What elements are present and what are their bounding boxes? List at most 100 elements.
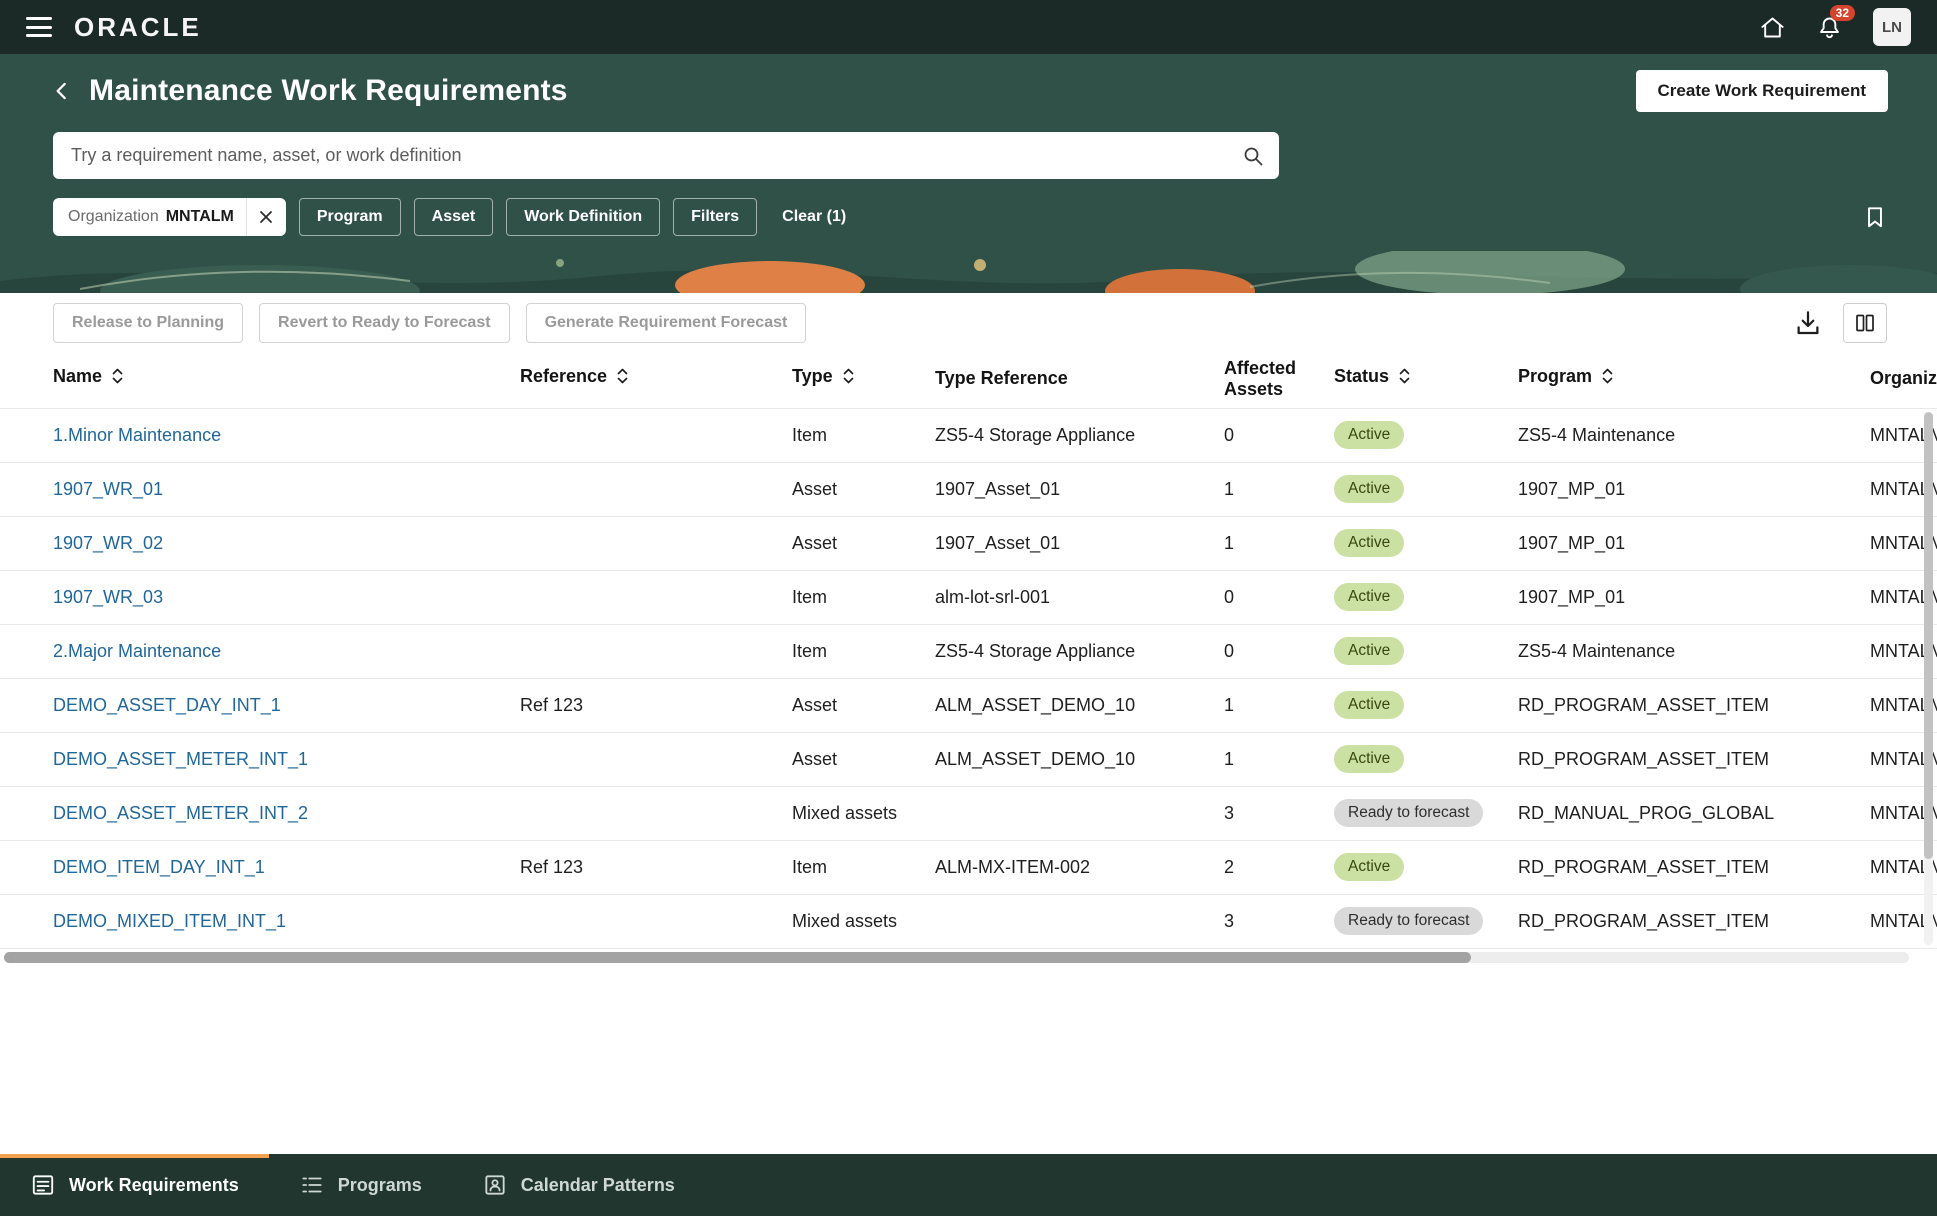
row-affected-assets: 3 — [1224, 894, 1334, 948]
row-affected-assets: 1 — [1224, 516, 1334, 570]
row-type-reference: ZS5-4 Storage Appliance — [935, 408, 1224, 462]
column-header-organization: Organization — [1870, 350, 1937, 408]
row-type-reference — [935, 894, 1224, 948]
row-program: RD_PROGRAM_ASSET_ITEM — [1518, 840, 1870, 894]
horizontal-scrollbar-thumb[interactable] — [4, 952, 1471, 963]
status-badge: Active — [1334, 529, 1404, 557]
row-type-reference — [935, 786, 1224, 840]
status-badge: Active — [1334, 475, 1404, 503]
bookmark-icon[interactable] — [1862, 204, 1888, 230]
table-toolbar: Release to Planning Revert to Ready to F… — [0, 300, 1937, 346]
column-header-status[interactable]: Status — [1334, 350, 1518, 408]
requirements-table-container: Name Reference Type Type Reference Affec… — [0, 350, 1937, 949]
horizontal-scrollbar[interactable] — [4, 952, 1909, 963]
nav-item-work-requirements[interactable]: Work Requirements — [0, 1154, 269, 1216]
release-to-planning-button[interactable]: Release to Planning — [53, 303, 243, 343]
row-name-link[interactable]: 1907_WR_02 — [53, 533, 163, 553]
clear-filters-link[interactable]: Clear (1) — [782, 208, 846, 226]
notifications-button[interactable]: 32 — [1816, 14, 1843, 41]
chip-close-icon[interactable] — [246, 198, 286, 236]
row-name-link[interactable]: DEMO_ASSET_METER_INT_1 — [53, 749, 308, 769]
search-icon[interactable] — [1241, 144, 1265, 168]
table-row: DEMO_ASSET_DAY_INT_1 Ref 123 Asset ALM_A… — [0, 678, 1937, 732]
generate-forecast-button[interactable]: Generate Requirement Forecast — [526, 303, 807, 343]
row-program: RD_MANUAL_PROG_GLOBAL — [1518, 786, 1870, 840]
back-icon[interactable] — [49, 78, 75, 104]
program-filter-button[interactable]: Program — [299, 198, 401, 236]
filters-button[interactable]: Filters — [673, 198, 757, 236]
row-reference: Ref 123 — [520, 840, 792, 894]
row-type: Mixed assets — [792, 786, 935, 840]
nav-item-programs[interactable]: Programs — [269, 1154, 452, 1216]
row-name-link[interactable]: DEMO_MIXED_ITEM_INT_1 — [53, 911, 286, 931]
row-type-reference: 1907_Asset_01 — [935, 516, 1224, 570]
top-app-bar: ORACLE 32 LN — [0, 0, 1937, 54]
columns-icon — [1853, 311, 1877, 335]
row-program: RD_PROGRAM_ASSET_ITEM — [1518, 894, 1870, 948]
row-type-reference: ZS5-4 Storage Appliance — [935, 624, 1224, 678]
vertical-scrollbar[interactable] — [1924, 412, 1933, 945]
row-name-link[interactable]: DEMO_ITEM_DAY_INT_1 — [53, 857, 265, 877]
nav-item-label: Work Requirements — [69, 1175, 239, 1196]
row-name-link[interactable]: DEMO_ASSET_METER_INT_2 — [53, 803, 308, 823]
vertical-scrollbar-thumb[interactable] — [1924, 412, 1933, 859]
row-reference — [520, 624, 792, 678]
row-affected-assets: 2 — [1224, 840, 1334, 894]
row-program: 1907_MP_01 — [1518, 462, 1870, 516]
column-header-reference[interactable]: Reference — [520, 350, 792, 408]
row-affected-assets: 0 — [1224, 570, 1334, 624]
row-reference — [520, 732, 792, 786]
row-type: Asset — [792, 462, 935, 516]
column-header-program[interactable]: Program — [1518, 350, 1870, 408]
work-definition-filter-button[interactable]: Work Definition — [506, 198, 660, 236]
row-type-reference: 1907_Asset_01 — [935, 462, 1224, 516]
row-name-link[interactable]: 2.Major Maintenance — [53, 641, 221, 661]
column-header-type[interactable]: Type — [792, 350, 935, 408]
filter-bar: Organization MNTALM Program Asset Work D… — [0, 179, 1937, 236]
status-badge: Ready to forecast — [1334, 907, 1483, 935]
row-type: Asset — [792, 732, 935, 786]
user-avatar[interactable]: LN — [1873, 8, 1911, 46]
row-reference — [520, 894, 792, 948]
row-name-link[interactable]: 1.Minor Maintenance — [53, 425, 221, 445]
status-badge: Active — [1334, 583, 1404, 611]
table-row: 2.Major Maintenance Item ZS5-4 Storage A… — [0, 624, 1937, 678]
row-name-link[interactable]: 1907_WR_03 — [53, 587, 163, 607]
requirements-table: Name Reference Type Type Reference Affec… — [0, 350, 1937, 949]
bottom-navigation: Work Requirements Programs Calendar Patt… — [0, 1154, 1937, 1216]
search-input[interactable] — [71, 145, 1241, 166]
row-type: Asset — [792, 678, 935, 732]
page-header-banner: Maintenance Work Requirements Create Wor… — [0, 54, 1937, 293]
organization-filter-chip[interactable]: Organization MNTALM — [53, 198, 286, 236]
manage-columns-button[interactable] — [1843, 303, 1887, 343]
oracle-logo: ORACLE — [74, 12, 202, 43]
asset-filter-button[interactable]: Asset — [414, 198, 494, 236]
notification-count-badge: 32 — [1830, 5, 1855, 21]
menu-icon[interactable] — [26, 17, 52, 37]
row-reference — [520, 786, 792, 840]
status-badge: Active — [1334, 853, 1404, 881]
row-affected-assets: 0 — [1224, 408, 1334, 462]
home-icon[interactable] — [1759, 14, 1786, 41]
sort-icon — [1601, 366, 1614, 391]
revert-to-ready-button[interactable]: Revert to Ready to Forecast — [259, 303, 510, 343]
row-reference — [520, 570, 792, 624]
column-header-name[interactable]: Name — [0, 350, 520, 408]
status-badge: Active — [1334, 421, 1404, 449]
table-row: DEMO_ITEM_DAY_INT_1 Ref 123 Item ALM-MX-… — [0, 840, 1937, 894]
row-type: Item — [792, 570, 935, 624]
row-name-link[interactable]: DEMO_ASSET_DAY_INT_1 — [53, 695, 281, 715]
table-body: 1.Minor Maintenance Item ZS5-4 Storage A… — [0, 408, 1937, 948]
row-program: ZS5-4 Maintenance — [1518, 408, 1870, 462]
nav-item-calendar-patterns[interactable]: Calendar Patterns — [452, 1154, 705, 1216]
row-type: Item — [792, 840, 935, 894]
row-type-reference: ALM_ASSET_DEMO_10 — [935, 732, 1224, 786]
status-badge: Active — [1334, 745, 1404, 773]
column-header-type-reference: Type Reference — [935, 350, 1224, 408]
row-affected-assets: 3 — [1224, 786, 1334, 840]
download-icon[interactable] — [1793, 308, 1823, 338]
row-program: RD_PROGRAM_ASSET_ITEM — [1518, 678, 1870, 732]
row-name-link[interactable]: 1907_WR_01 — [53, 479, 163, 499]
column-header-affected-assets: Affected Assets — [1224, 350, 1334, 408]
create-work-requirement-button[interactable]: Create Work Requirement — [1636, 70, 1888, 112]
